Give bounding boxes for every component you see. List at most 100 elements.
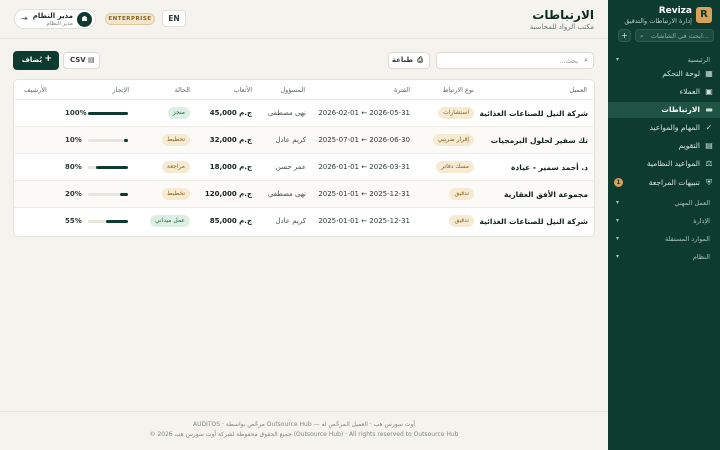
owner-name: كريم عادل: [275, 217, 306, 225]
progress-fill: [96, 166, 128, 169]
engagement-type-badge: إقرار ضريبي: [432, 134, 474, 146]
footer-copyright: © 2026 جميع الحقوق محفوظة لشركة أوت سورس…: [149, 431, 459, 438]
column-header-status[interactable]: الحالة: [175, 86, 190, 94]
progress-fill: [88, 112, 128, 115]
search-icon: ⌕: [584, 56, 588, 64]
progress-percent: 80%: [65, 163, 82, 171]
progress-bar: [88, 193, 128, 196]
sidebar-item-label: التقويم: [678, 141, 700, 150]
column-header-archive[interactable]: الأرشيف: [24, 86, 47, 94]
file-icon: ▤: [88, 56, 95, 64]
table-row[interactable]: تك سفير لحلول البرمجيات إقرار ضريبي 2025…: [14, 127, 594, 154]
search-icon: ⌕: [640, 32, 644, 40]
progress-bar: [88, 220, 128, 223]
sidebar-item-label: المواعيد النظامية: [646, 159, 700, 168]
search-input[interactable]: [440, 55, 578, 67]
chevron-down-icon: ▾: [616, 235, 620, 242]
engagement-type-badge: استشارات: [438, 107, 474, 119]
page-title: الارتباطات: [532, 8, 594, 22]
brand[interactable]: R Reviza إدارة الارتباطات والتدقيق: [612, 6, 712, 26]
fees-amount: ج.م 85,000: [209, 217, 252, 225]
regulatory-icon: ⚖: [705, 159, 713, 168]
user-role: مدير النظام: [46, 21, 73, 27]
add-engagement-button[interactable]: + يُضاف: [13, 51, 59, 70]
column-header-progress[interactable]: الإنجاز: [112, 86, 129, 94]
sidebar-item-regulatory-deadlines[interactable]: ⚖ المواعيد النظامية: [608, 156, 720, 172]
add-button-label: يُضاف: [21, 56, 42, 64]
status-badge: عمل ميداني: [149, 215, 190, 227]
column-header-owner[interactable]: المسؤول: [280, 86, 305, 94]
sidebar-group-label: النظام: [692, 253, 710, 261]
sidebar-item-engagements[interactable]: ▬ الارتباطات: [608, 102, 720, 118]
fees-amount: ج.م 32,000: [209, 136, 252, 144]
column-header-period[interactable]: الفترة: [394, 86, 410, 94]
client-name[interactable]: د. أحمد سمير - عيادة: [511, 163, 588, 172]
sidebar-group-main[interactable]: الرئيسية ▾: [614, 54, 712, 66]
sidebar-item-label: المهام والمواعيد: [649, 123, 700, 132]
plus-icon: +: [44, 54, 52, 64]
engagement-type-badge: مسك دفاتر: [436, 161, 474, 173]
progress-fill: [124, 139, 128, 142]
sidebar-item-label: العملاء: [679, 87, 700, 96]
user-name: مدير النظام: [32, 12, 73, 20]
owner-name: نهى مصطفى: [267, 190, 306, 198]
sidebar-item-clients[interactable]: ▣ العملاء: [608, 84, 720, 100]
logout-icon[interactable]: ⇥: [21, 14, 28, 23]
footer-license: AUDITOS · مرخّص بواسطة Outsource Hub — أ…: [192, 421, 416, 428]
table-row[interactable]: مجموعة الأفق العقارية تدقيق 2025-01-01 ←…: [14, 181, 594, 208]
column-header-type[interactable]: نوع الارتباط: [442, 86, 474, 94]
sidebar-group-admin[interactable]: الإدارة ▾: [614, 215, 712, 227]
client-name[interactable]: مجموعة الأفق العقارية: [504, 190, 588, 199]
progress-bar: [88, 166, 128, 169]
period-range: 2026-01-01 ← 2026-03-31: [318, 163, 410, 171]
sidebar-item-label: تنبيهات المراجعة: [648, 178, 700, 187]
page-subtitle: مكتب الرواد للمحاسبة: [529, 23, 594, 31]
engagements-table: العميل نوع الارتباط الفترة المسؤول الأتع…: [13, 79, 595, 237]
fees-amount: ج.م 120,000: [204, 190, 252, 198]
column-header-client[interactable]: العميل: [569, 86, 587, 94]
sidebar-item-review-alerts[interactable]: ⛨ تنبيهات المراجعة 1: [608, 175, 720, 191]
footer-divider: [0, 411, 608, 412]
brand-logo: R: [696, 7, 712, 23]
progress-percent: 55%: [65, 217, 82, 225]
engagement-type-badge: تدقيق: [449, 188, 474, 200]
status-badge: مراجعة: [161, 161, 190, 173]
sidebar-add-button[interactable]: +: [618, 29, 631, 42]
chevron-down-icon: ▾: [616, 253, 620, 260]
printer-icon: ⎙: [417, 56, 423, 64]
chevron-down-icon: ▾: [616, 56, 620, 63]
folder-icon: ▬: [705, 105, 713, 114]
client-name[interactable]: تك سفير لحلول البرمجيات: [491, 136, 588, 145]
period-range: 2026-02-01 ← 2026-05-31: [318, 109, 410, 117]
client-name[interactable]: شركة النيل للصناعات الغذائية: [479, 217, 588, 226]
fees-amount: ج.م 45,000: [209, 109, 252, 117]
print-button[interactable]: ⎙ طباعة: [388, 52, 430, 69]
sidebar-group-professional[interactable]: العمل المهني ▾: [614, 197, 712, 209]
table-row[interactable]: شركة النيل للصناعات الغذائية استشارات 20…: [14, 100, 594, 127]
table-row[interactable]: شركة النيل للصناعات الغذائية تدقيق 2025-…: [14, 208, 594, 235]
calendar-icon: ▤: [705, 141, 713, 150]
user-menu[interactable]: ☗ مدير النظام مدير النظام ⇥: [14, 9, 96, 29]
export-csv-button[interactable]: CSV ▤: [63, 52, 100, 69]
header-divider: [0, 38, 608, 39]
sidebar-search-input[interactable]: ابحث في الشاشات... ⌕: [635, 29, 714, 42]
csv-button-label: CSV: [70, 56, 86, 64]
sidebar-item-calendar[interactable]: ▤ التقويم: [608, 138, 720, 154]
search-field: ⌕: [436, 52, 594, 69]
sidebar-group-system[interactable]: النظام ▾: [614, 251, 712, 263]
sidebar-item-tasks[interactable]: ✓ المهام والمواعيد: [608, 120, 720, 136]
sidebar-item-dashboard[interactable]: ▦ لوحة التحكم: [608, 66, 720, 82]
chevron-down-icon: ▾: [616, 217, 620, 224]
status-badge: تخطيط: [162, 134, 190, 146]
progress-percent: 100%: [65, 109, 87, 117]
sidebar-group-resources[interactable]: الموارد المستقلة ▾: [614, 233, 712, 245]
language-toggle-button[interactable]: EN: [162, 10, 186, 27]
table-row[interactable]: د. أحمد سمير - عيادة مسك دفاتر 2026-01-0…: [14, 154, 594, 181]
grid-icon: ▦: [705, 69, 713, 78]
progress-bar: [88, 139, 128, 142]
client-name[interactable]: شركة النيل للصناعات الغذائية: [479, 109, 588, 118]
column-header-fees[interactable]: الأتعاب: [233, 86, 252, 94]
status-badge: منجز: [167, 107, 190, 119]
progress-fill: [120, 193, 128, 196]
owner-name: نهى مصطفى: [267, 109, 306, 117]
